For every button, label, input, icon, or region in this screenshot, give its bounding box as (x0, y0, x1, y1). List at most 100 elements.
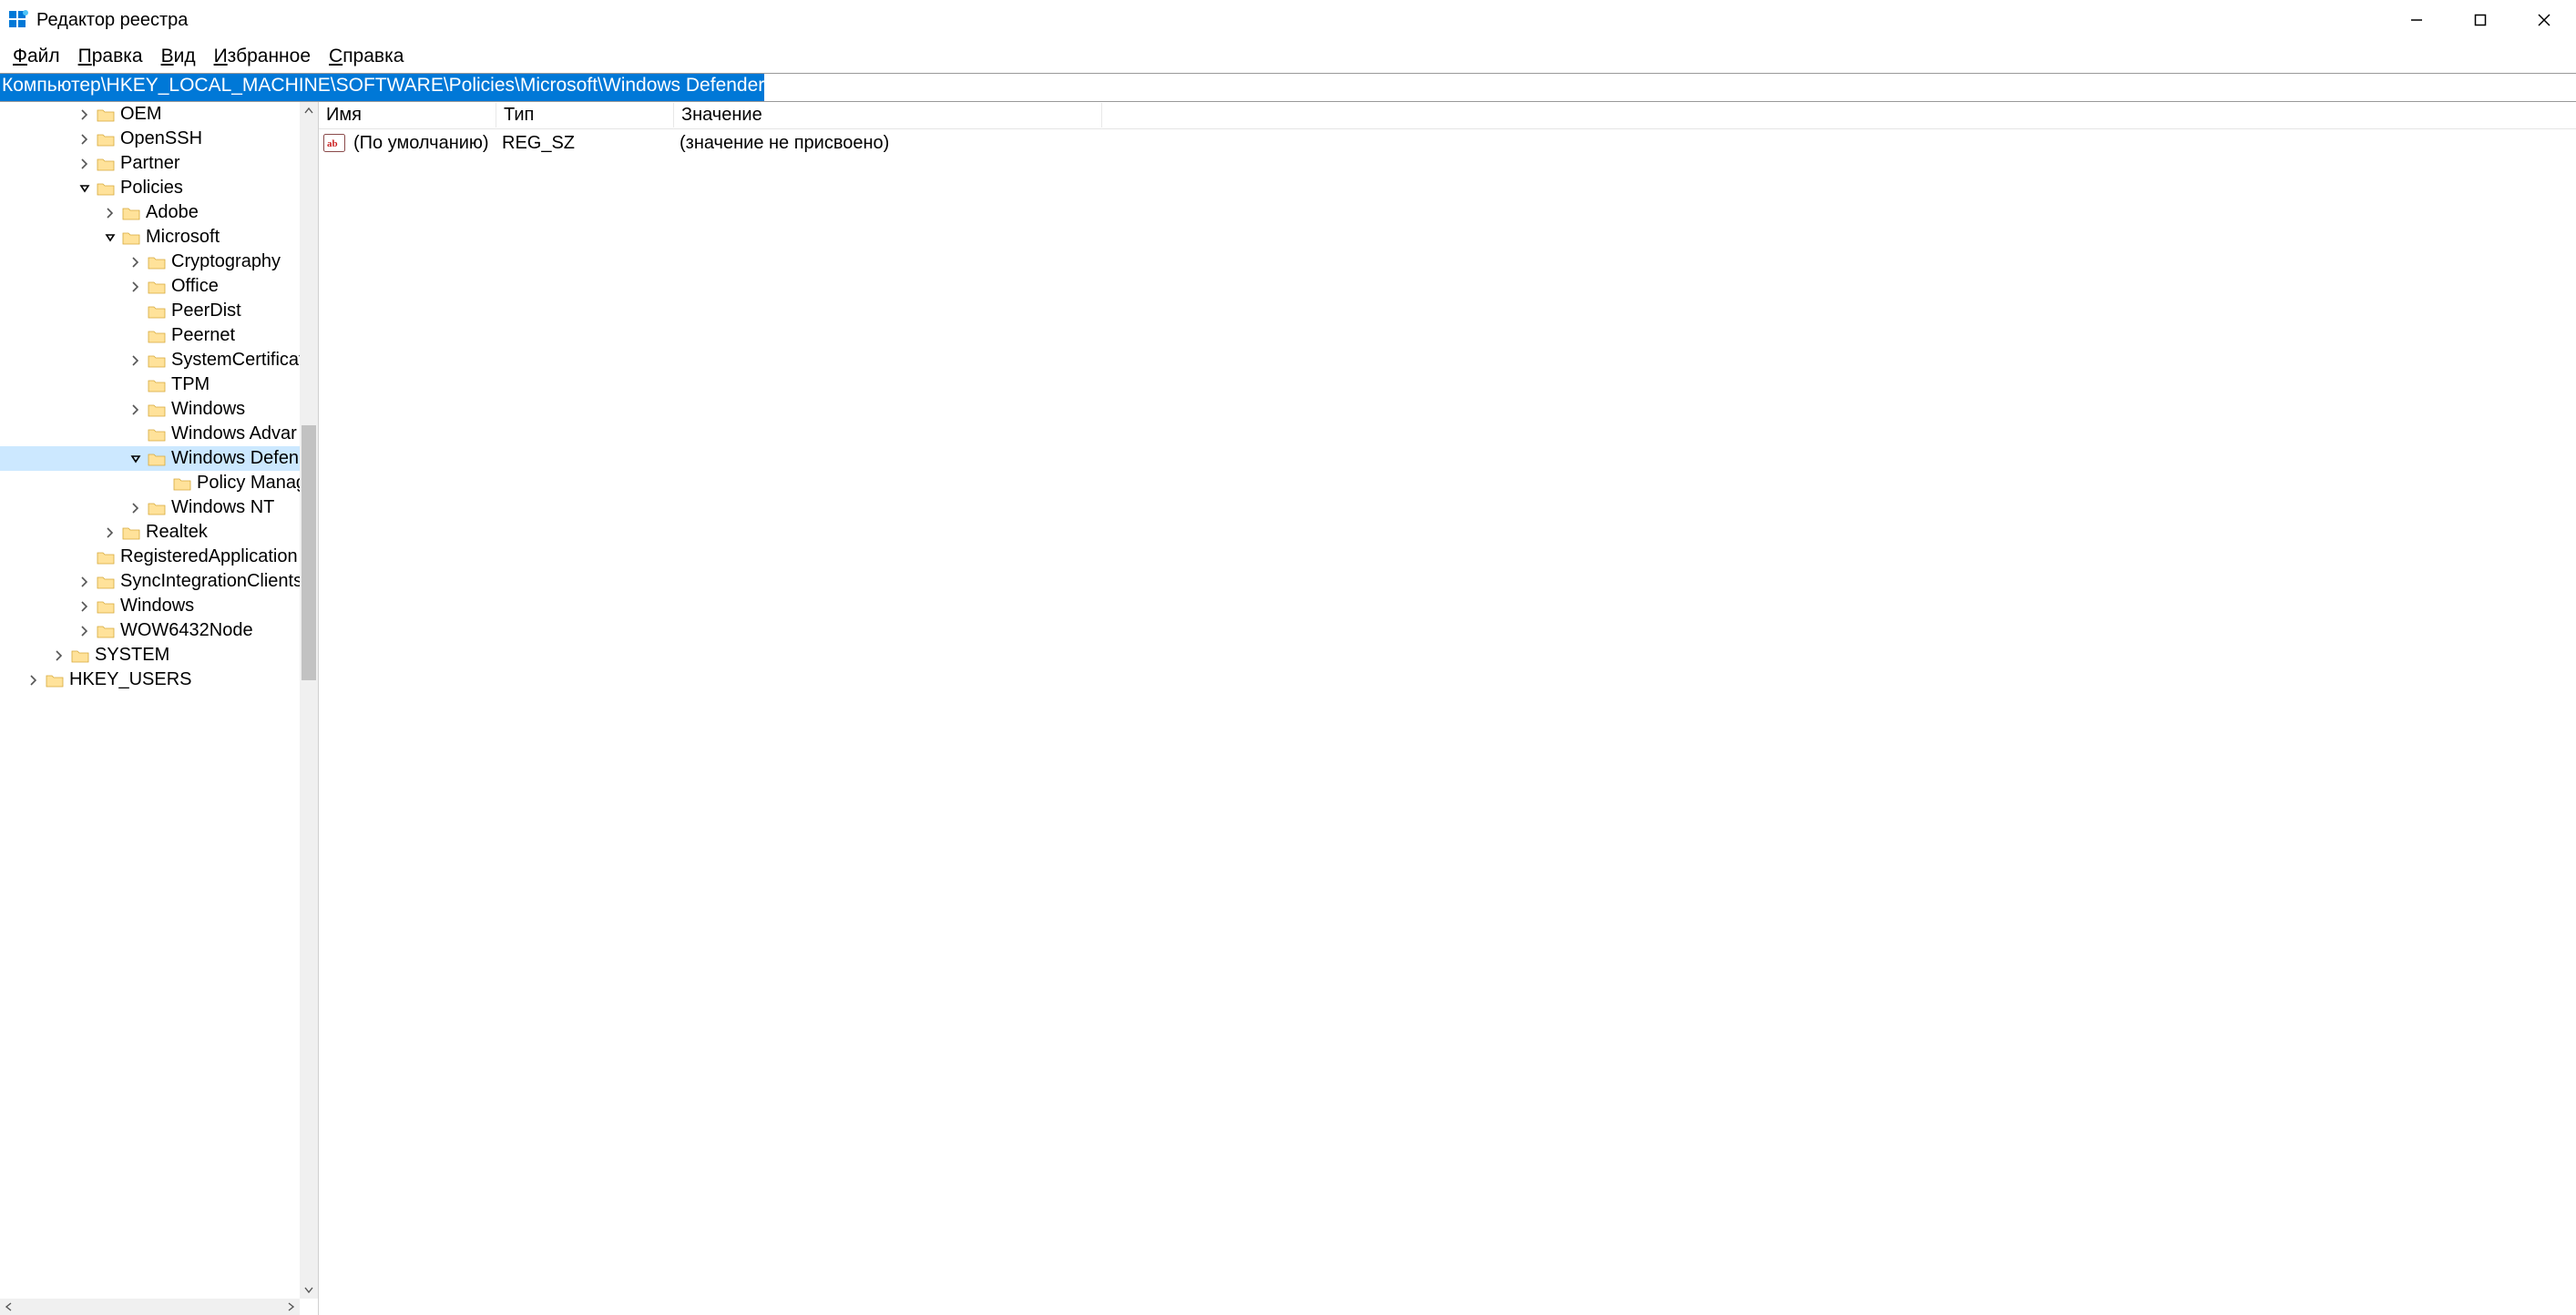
tree[interactable]: OEMOpenSSH Partner Policies Adobe Microsoft C… (0, 102, 300, 1299)
menu-help[interactable]: Справка (320, 42, 413, 71)
folder-icon (148, 452, 166, 466)
tree-item[interactable]: SyncIntegrationClients (0, 569, 300, 594)
chevron-right-icon[interactable] (102, 525, 118, 541)
tree-item-label: SystemCertificat (171, 350, 300, 371)
tree-item[interactable]: Office (0, 274, 300, 299)
value-name: (По умолчанию) (346, 133, 495, 154)
tree-item-label: RegisteredApplication (120, 546, 298, 567)
tree-item-label: SYSTEM (95, 645, 169, 666)
column-header-name[interactable]: Имя (319, 103, 496, 127)
tree-item[interactable]: Windows (0, 594, 300, 618)
tree-item-label: Adobe (146, 202, 199, 223)
chevron-right-icon[interactable] (128, 500, 144, 516)
maximize-button[interactable] (2448, 0, 2512, 40)
scroll-thumb[interactable] (302, 425, 316, 680)
column-header-type[interactable]: Тип (496, 103, 674, 127)
tree-item[interactable]: PeerDist (0, 299, 300, 323)
tree-vertical-scrollbar[interactable] (300, 102, 318, 1299)
tree-item-label: Partner (120, 153, 180, 174)
tree-item-label: Policies (120, 178, 183, 199)
chevron-right-icon[interactable] (128, 279, 144, 295)
chevron-right-icon[interactable] (77, 131, 93, 148)
folder-icon (97, 157, 115, 171)
folder-icon (148, 353, 166, 368)
tree-item[interactable]: Windows Advar (0, 422, 300, 446)
value-row[interactable]: (По умолчанию)REG_SZ(значение не присвое… (319, 129, 2576, 157)
tree-item[interactable]: Windows NT (0, 495, 300, 520)
chevron-right-icon[interactable] (102, 205, 118, 221)
tree-item-label: HKEY_USERS (69, 669, 192, 690)
minimize-button[interactable] (2385, 0, 2448, 40)
chevron-right-icon[interactable] (77, 156, 93, 172)
menu-view[interactable]: Вид (152, 42, 205, 71)
chevron-right-icon[interactable] (128, 352, 144, 369)
tree-item[interactable]: Cryptography (0, 250, 300, 274)
tree-item[interactable]: WOW6432Node (0, 618, 300, 643)
tree-item[interactable]: Policies (0, 176, 300, 200)
tree-item-label: Microsoft (146, 227, 220, 248)
scroll-up-button[interactable] (300, 102, 318, 120)
tree-item-label: PeerDist (171, 301, 241, 321)
chevron-right-icon[interactable] (77, 598, 93, 615)
chevron-right-icon[interactable] (51, 647, 67, 664)
tree-item[interactable]: SystemCertificat (0, 348, 300, 372)
chevron-right-icon[interactable] (26, 672, 42, 688)
folder-icon (148, 501, 166, 515)
chevron-right-icon[interactable] (77, 623, 93, 639)
menu-edit[interactable]: Правка (69, 42, 152, 71)
addressbar[interactable]: Компьютер\HKEY_LOCAL_MACHINE\SOFTWARE\Po… (0, 73, 2576, 102)
tree-item-label: OpenSSH (120, 128, 202, 149)
scroll-down-button[interactable] (300, 1280, 318, 1299)
chevron-right-icon[interactable] (128, 402, 144, 418)
tree-item-label: Peernet (171, 325, 235, 346)
tree-item[interactable]: Adobe (0, 200, 300, 225)
tree-item-label: Cryptography (171, 251, 281, 272)
tree-item[interactable]: HKEY_USERS (0, 668, 300, 692)
folder-icon (97, 132, 115, 147)
tree-item[interactable]: SYSTEM (0, 643, 300, 668)
chevron-right-icon[interactable] (77, 107, 93, 123)
tree-horizontal-scrollbar[interactable] (0, 1299, 300, 1315)
tree-panel: OEMOpenSSH Partner Policies Adobe Microsoft C… (0, 102, 319, 1315)
tree-item[interactable]: TPM (0, 372, 300, 397)
menu-file[interactable]: Файл (4, 42, 69, 71)
tree-item-label: SyncIntegrationClients (120, 571, 300, 592)
folder-icon (148, 280, 166, 294)
window-title: Редактор реестра (36, 10, 188, 31)
tree-item[interactable]: Partner (0, 151, 300, 176)
values-panel: Имя Тип Значение (По умолчанию)REG_SZ(зн… (319, 102, 2576, 1315)
folder-icon (148, 427, 166, 442)
scroll-left-button[interactable] (0, 1299, 18, 1315)
string-value-icon (322, 133, 346, 153)
address-path[interactable]: Компьютер\HKEY_LOCAL_MACHINE\SOFTWARE\Po… (0, 74, 764, 101)
chevron-right-icon[interactable] (128, 254, 144, 270)
main-area: OEMOpenSSH Partner Policies Adobe Microsoft C… (0, 102, 2576, 1315)
tree-item[interactable]: RegisteredApplication (0, 545, 300, 569)
column-header-value[interactable]: Значение (674, 103, 1102, 127)
tree-item[interactable]: Policy Manag (0, 471, 300, 495)
chevron-right-icon[interactable] (77, 574, 93, 590)
tree-item[interactable]: OpenSSH (0, 127, 300, 151)
folder-icon (97, 107, 115, 122)
scroll-right-button[interactable] (281, 1299, 300, 1315)
menu-favorites[interactable]: Избранное (205, 42, 320, 71)
chevron-down-icon[interactable] (77, 180, 93, 197)
chevron-down-icon[interactable] (128, 451, 144, 467)
folder-icon (148, 255, 166, 270)
tree-item[interactable]: Realtek (0, 520, 300, 545)
menubar: Файл Правка Вид Избранное Справка (0, 40, 2576, 73)
tree-item[interactable]: Windows Defen (0, 446, 300, 471)
folder-icon (122, 206, 140, 220)
tree-item-label: Office (171, 276, 219, 297)
tree-item[interactable]: Windows (0, 397, 300, 422)
folder-icon (97, 550, 115, 565)
tree-item[interactable]: Peernet (0, 323, 300, 348)
value-data: (значение не присвоено) (672, 133, 2576, 154)
tree-item[interactable]: Microsoft (0, 225, 300, 250)
folder-icon (122, 230, 140, 245)
close-button[interactable] (2512, 0, 2576, 40)
tree-item[interactable]: OEM (0, 102, 300, 127)
folder-icon (97, 599, 115, 614)
chevron-down-icon[interactable] (102, 229, 118, 246)
folder-icon (71, 648, 89, 663)
